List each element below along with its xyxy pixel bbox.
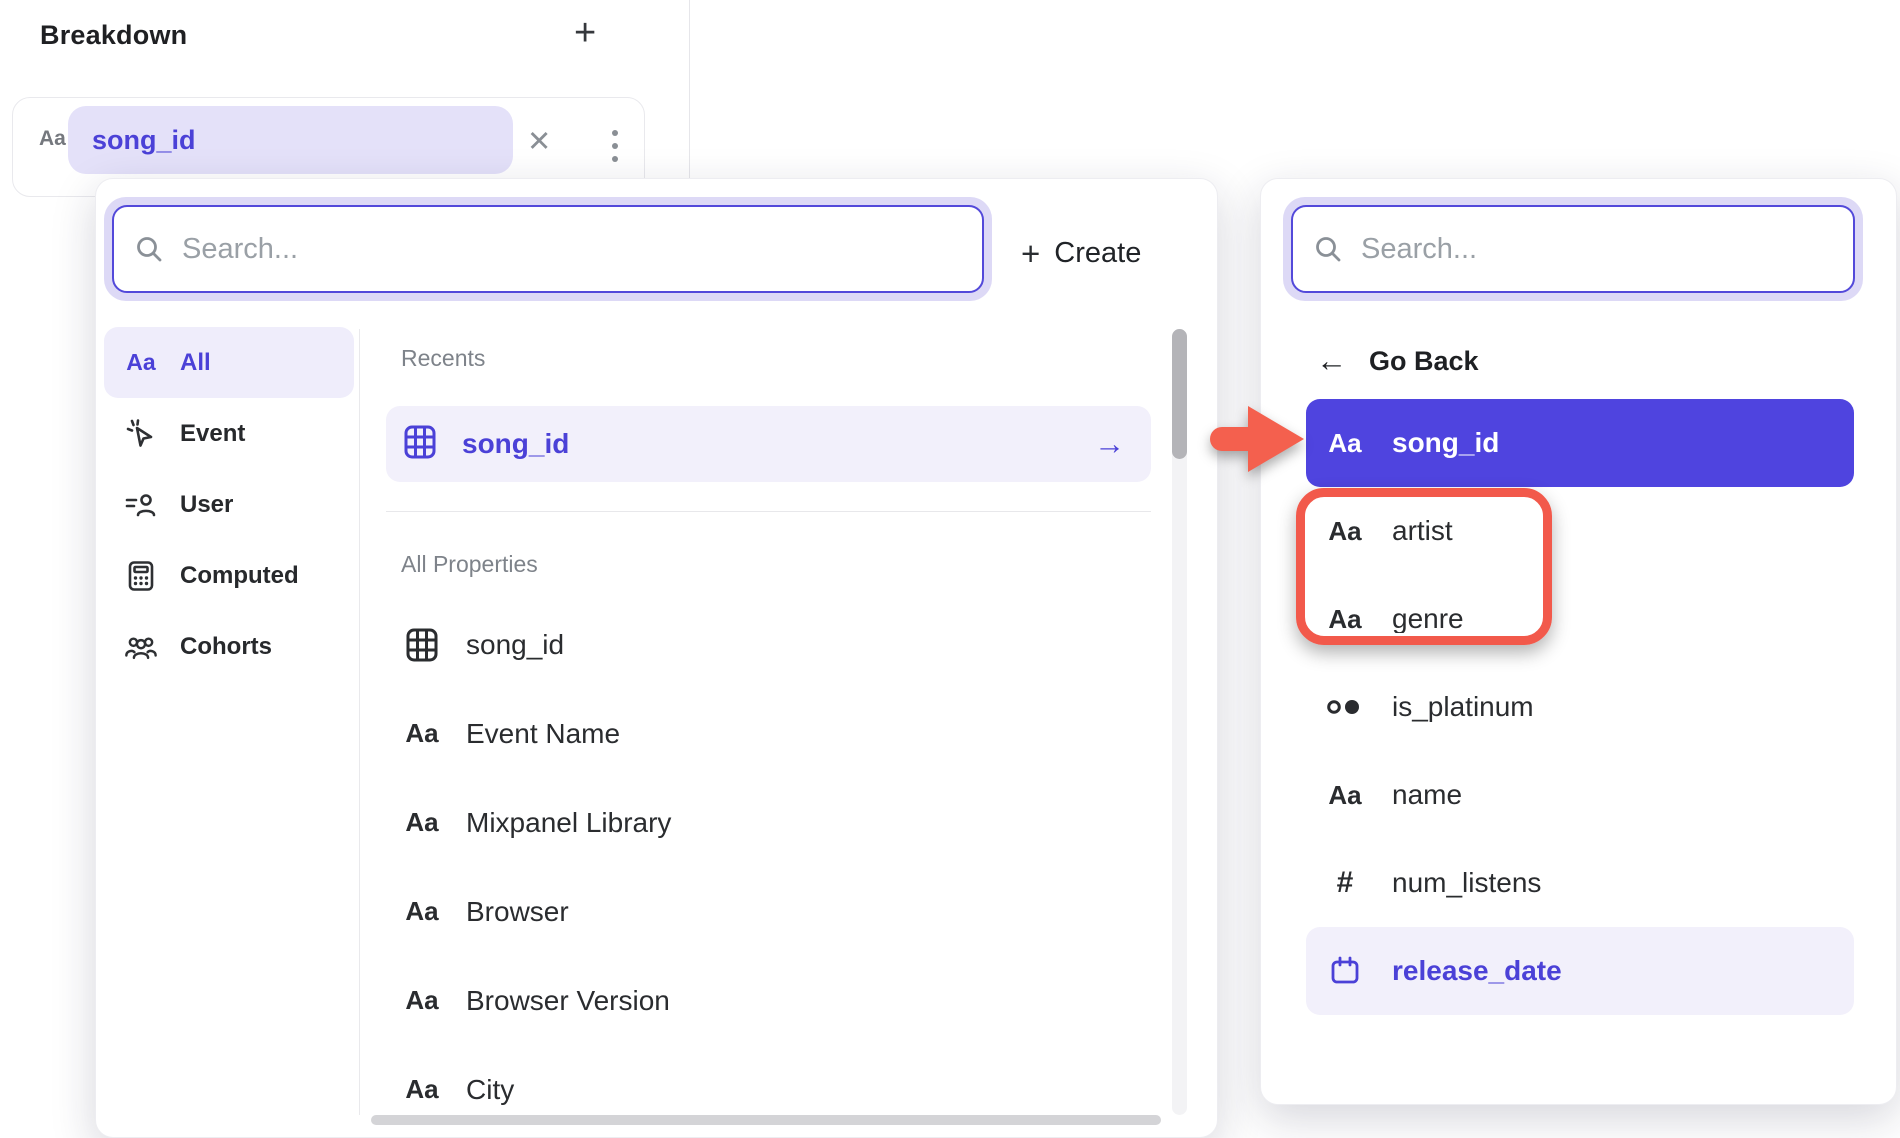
category-sidebar: Aa All Event — [104, 327, 354, 682]
property-item-song-id[interactable]: song_id — [386, 600, 1151, 689]
search-box[interactable] — [1291, 205, 1855, 293]
sidebar-item-computed[interactable]: Computed — [104, 540, 354, 611]
sidebar-divider — [359, 329, 360, 1115]
all-properties-header: All Properties — [401, 551, 538, 578]
text-type-icon: Aa — [1328, 516, 1361, 547]
sidebar-item-cohorts[interactable]: Cohorts — [104, 611, 354, 682]
red-annotation-arrow — [1196, 402, 1308, 476]
property-picker-panel: + Create Aa All Event — [95, 178, 1218, 1138]
drill-in-arrow-icon[interactable]: → — [1094, 426, 1125, 462]
sidebar-item-all[interactable]: Aa All — [104, 327, 354, 398]
drilldown-item-name[interactable]: Aa name — [1306, 751, 1854, 839]
more-options-icon[interactable] — [595, 120, 635, 172]
breakdown-chip-value: song_id — [92, 125, 196, 156]
text-type-icon: Aa — [405, 718, 438, 749]
back-arrow-icon: ← — [1316, 343, 1347, 379]
person-lines-icon — [124, 488, 158, 522]
text-type-icon: Aa — [1328, 428, 1361, 459]
remove-breakdown-icon[interactable]: ✕ — [527, 124, 551, 159]
breakdown-section-title: Breakdown — [40, 20, 187, 51]
search-box[interactable] — [112, 205, 984, 293]
calculator-icon — [124, 559, 158, 593]
breakdown-chip-value-pill[interactable]: song_id — [68, 106, 513, 174]
text-type-icon: Aa — [405, 896, 438, 927]
text-type-icon: Aa — [1328, 604, 1361, 635]
section-divider — [386, 511, 1151, 512]
property-item-event-name[interactable]: Aa Event Name — [386, 689, 1151, 778]
app-column-divider — [689, 0, 690, 178]
cursor-click-icon — [124, 417, 158, 451]
vertical-scrollbar-thumb[interactable] — [1172, 329, 1187, 459]
horizontal-scrollbar-thumb[interactable] — [371, 1115, 1161, 1125]
property-item-browser[interactable]: Aa Browser — [386, 867, 1151, 956]
recents-header: Recents — [401, 345, 485, 372]
drilldown-item-is-platinum[interactable]: is_platinum — [1306, 663, 1854, 751]
people-group-icon — [124, 630, 158, 664]
property-item-mixpanel-library[interactable]: Aa Mixpanel Library — [386, 778, 1151, 867]
recent-property-song-id[interactable]: song_id → — [386, 406, 1151, 482]
number-type-icon: # — [1337, 866, 1354, 900]
drilldown-item-release-date[interactable]: release_date — [1306, 927, 1854, 1015]
text-type-icon: Aa — [405, 807, 438, 838]
text-type-icon: Aa — [405, 1074, 438, 1105]
text-type-icon: Aa — [126, 349, 155, 376]
text-type-icon: Aa — [1328, 780, 1361, 811]
grid-table-icon — [402, 627, 442, 663]
drilldown-item-num-listens[interactable]: # num_listens — [1306, 839, 1854, 927]
drilldown-item-artist[interactable]: Aa artist — [1306, 487, 1854, 575]
search-icon — [1313, 234, 1343, 264]
drilldown-item-genre[interactable]: Aa genre — [1306, 575, 1854, 663]
calendar-icon — [1324, 955, 1366, 987]
search-field-focus-ring — [1283, 197, 1863, 301]
sidebar-item-event[interactable]: Event — [104, 398, 354, 469]
create-property-button[interactable]: + Create — [1021, 223, 1141, 283]
search-field-focus-ring — [104, 197, 992, 301]
text-type-icon: Aa — [405, 985, 438, 1016]
search-input[interactable] — [1361, 233, 1833, 266]
grid-table-icon — [402, 424, 438, 465]
sidebar-item-user[interactable]: User — [104, 469, 354, 540]
go-back-button[interactable]: ← Go Back — [1316, 335, 1479, 387]
add-breakdown-button[interactable]: + — [574, 14, 596, 52]
event-property-drilldown-panel: ← Go Back Aa song_id Aa artist Aa genre … — [1260, 178, 1897, 1105]
property-item-browser-version[interactable]: Aa Browser Version — [386, 956, 1151, 1045]
boolean-type-icon — [1324, 697, 1366, 717]
drilldown-item-song-id[interactable]: Aa song_id — [1306, 399, 1854, 487]
search-icon — [134, 234, 164, 264]
search-input[interactable] — [182, 233, 962, 266]
string-type-icon: Aa — [39, 127, 66, 151]
property-list: song_id Aa Event Name Aa Mixpanel Librar… — [386, 600, 1151, 1134]
plus-icon: + — [1021, 237, 1040, 270]
drilldown-property-list: Aa song_id Aa artist Aa genre is_platinu… — [1306, 399, 1854, 1015]
